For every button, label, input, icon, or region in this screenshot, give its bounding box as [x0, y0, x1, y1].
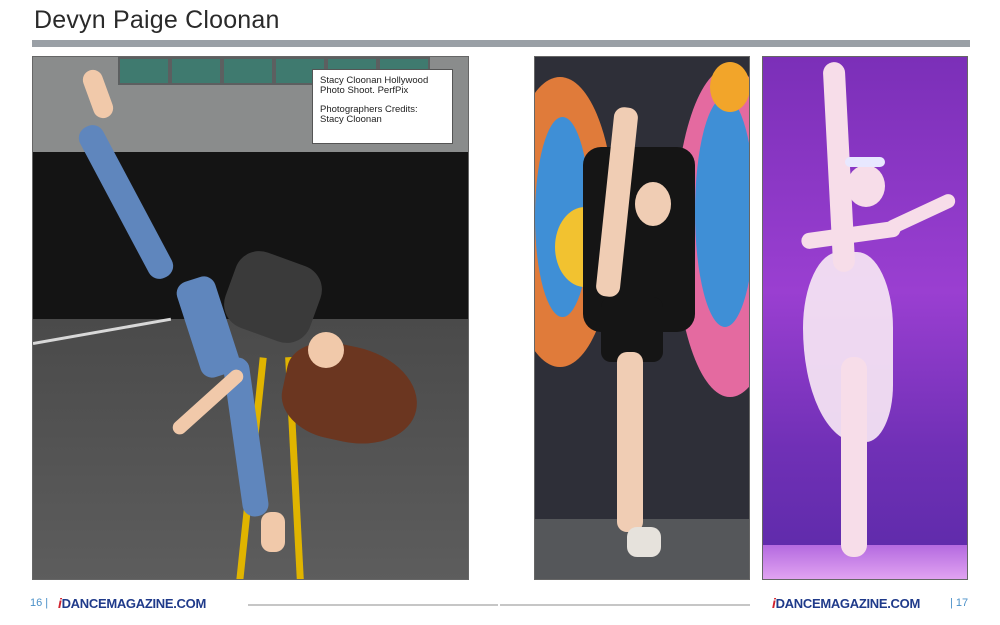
- mural-feather: [695, 97, 749, 327]
- dancer-standing-leg: [617, 352, 643, 532]
- dancer-face: [308, 332, 344, 368]
- caption-line: Photo Shoot. PerfPix: [320, 85, 409, 96]
- dancer-face: [635, 182, 671, 226]
- title-divider: [32, 40, 970, 47]
- dancer-sandal: [627, 527, 661, 557]
- window: [118, 57, 170, 85]
- brand-name: DANCEMAGAZINE.COM: [61, 596, 207, 611]
- dancer-standing-leg: [841, 357, 867, 557]
- mural-split-photo: [534, 56, 750, 580]
- brand-logo-right[interactable]: iDANCEMAGAZINE.COM: [772, 595, 920, 611]
- mural-accent: [710, 62, 749, 112]
- page-title: Devyn Paige Cloonan: [34, 6, 280, 34]
- dancer-foot: [261, 512, 285, 552]
- footer-divider: [500, 604, 750, 606]
- footer-divider: [248, 604, 498, 606]
- dancer-face: [847, 165, 885, 207]
- caption-line: Stacy Cloonan: [320, 114, 382, 125]
- left-page-number: 16 |: [30, 597, 49, 609]
- dancer-tiara: [845, 157, 885, 167]
- brand-logo-left[interactable]: iDANCEMAGAZINE.COM: [58, 595, 206, 611]
- window: [222, 57, 274, 85]
- photo-credit-caption: Stacy Cloonan Hollywood Photo Shoot. Per…: [312, 69, 453, 144]
- window: [170, 57, 222, 85]
- dancer-arm: [883, 191, 958, 237]
- stage-ballet-photo: [762, 56, 968, 580]
- right-page-number: | 17: [950, 597, 969, 609]
- brand-name: DANCEMAGAZINE.COM: [775, 596, 921, 611]
